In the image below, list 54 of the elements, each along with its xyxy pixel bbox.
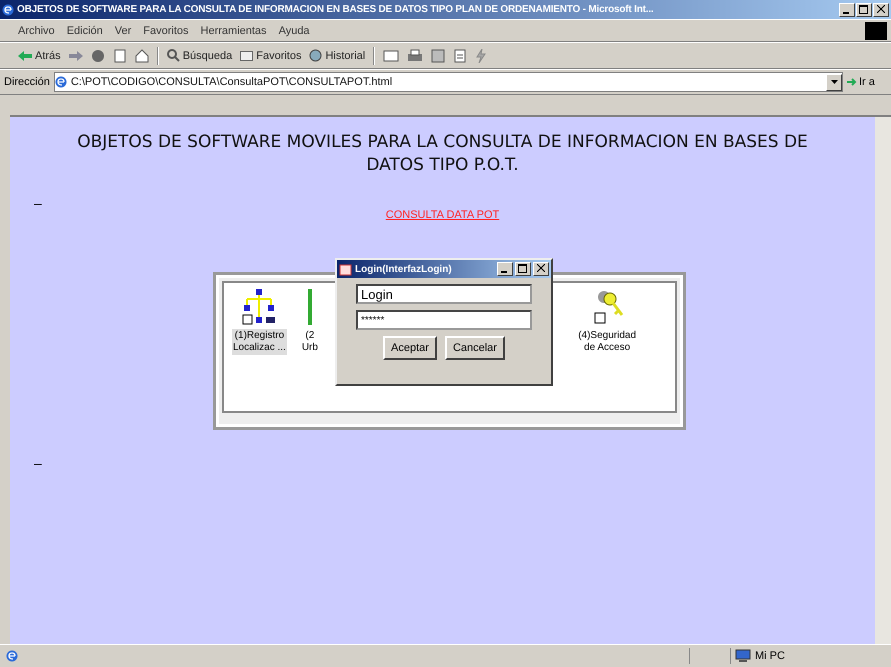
mail-icon[interactable] (383, 48, 400, 62)
right-arrow-icon (68, 50, 83, 60)
arrow-icon (847, 77, 857, 87)
dialog-title: Login(InterfazLogin) (355, 264, 453, 274)
dropdown-button[interactable] (826, 74, 842, 90)
network-tree-icon[interactable] (242, 289, 276, 325)
minimize-button[interactable] (497, 262, 513, 276)
stop-icon[interactable] (90, 48, 105, 62)
password-field[interactable]: ****** (356, 310, 532, 330)
login-field[interactable]: Login (356, 284, 532, 304)
globe-icon (309, 49, 322, 62)
favorites-button[interactable]: Favoritos (240, 50, 302, 62)
dash-marker: – (34, 455, 43, 471)
menu-item[interactable]: Ayuda (278, 24, 310, 36)
scrollbar[interactable] (875, 117, 891, 644)
menu-item[interactable]: Favoritos (143, 24, 189, 36)
dialog-button[interactable]: Cancelar (444, 336, 505, 360)
menu-item[interactable]: Ver (114, 24, 132, 36)
maximize-button[interactable] (515, 262, 531, 276)
minimize-button[interactable] (839, 2, 855, 16)
page-icon (6, 650, 18, 662)
dialog-button[interactable]: Aceptar (383, 336, 437, 360)
folder-icon (240, 50, 254, 61)
dash-marker: – (34, 195, 43, 211)
go-button[interactable]: Ir a (847, 76, 887, 88)
status-pane (689, 648, 731, 664)
search-icon (166, 49, 180, 62)
maximize-button[interactable] (856, 2, 872, 16)
applet-item-label[interactable]: (2 Urb (300, 329, 319, 355)
left-arrow-icon (18, 50, 32, 60)
address-field[interactable]: C:\POT\CODIGO\CONSULTA\ConsultaPOT\CONSULTAPOT.html (54, 72, 843, 92)
close-button[interactable] (873, 2, 889, 16)
browser-icon (2, 4, 14, 16)
close-button[interactable] (533, 262, 549, 276)
menu-item[interactable]: Herramientas (200, 24, 267, 36)
page-heading: OBJETOS DE SOFTWARE MOVILES PARA LA CONSULTA DE INFORMACION EN BASES DE DATOS TIPO P.O.T. (76, 131, 809, 177)
refresh-icon[interactable] (112, 48, 127, 62)
menu-item[interactable]: Edición (66, 24, 103, 36)
zone-label: Mi PC (755, 650, 786, 662)
printer-icon[interactable] (407, 48, 424, 62)
address-label: Dirección (4, 76, 50, 88)
applet-item-label[interactable]: (4)Seguridad de Acceso (577, 329, 637, 355)
window-title: OBJETOS DE SOFTWARE PARA LA CONSULTA DE INFORMACION EN BASES DE DATOS TIPO PLAN DE ORDENAMIENTO - Microsoft Int... (17, 4, 654, 15)
search-button[interactable]: Búsqueda (166, 49, 232, 62)
edit-icon[interactable] (431, 48, 446, 62)
caret-icon (830, 80, 838, 84)
applet-item-label[interactable]: (1)Registro Localizac ... (232, 329, 287, 355)
history-button[interactable]: Historial (309, 49, 366, 62)
back-button[interactable]: Atrás (18, 50, 61, 62)
home-icon[interactable] (134, 48, 149, 62)
document-icon[interactable] (453, 48, 468, 62)
page-icon (54, 76, 67, 88)
menu-item[interactable]: Archivo (18, 24, 55, 36)
computer-icon (735, 649, 751, 663)
